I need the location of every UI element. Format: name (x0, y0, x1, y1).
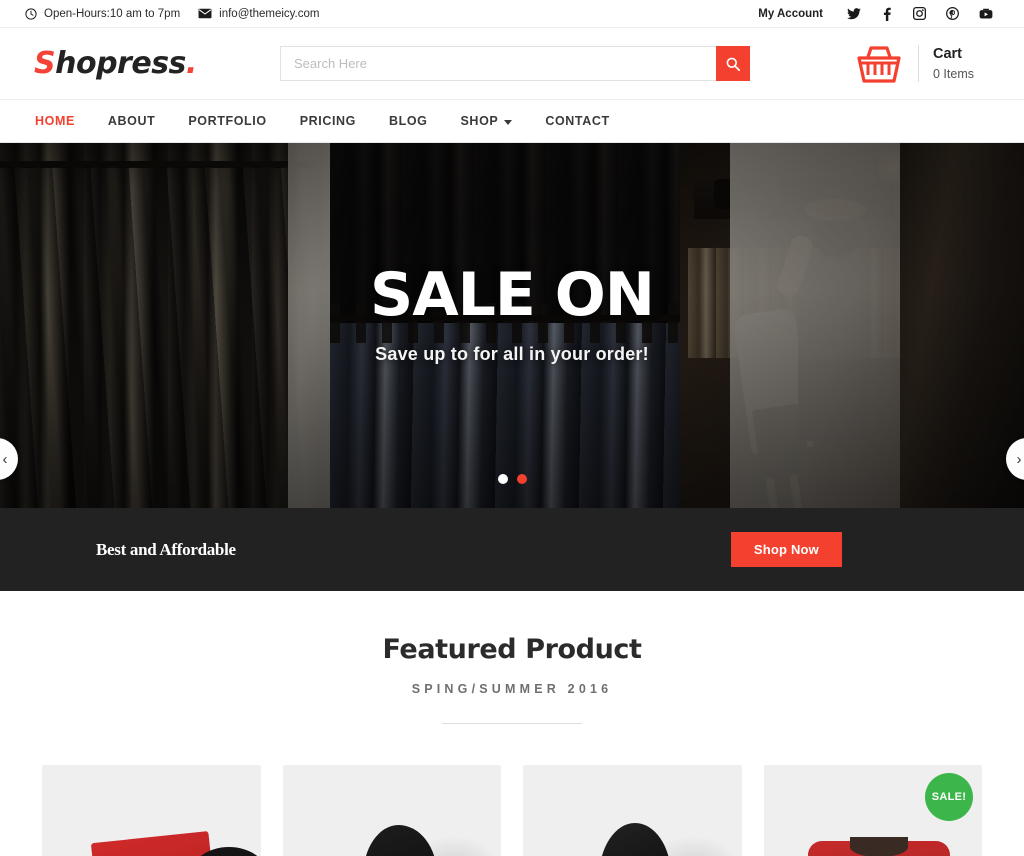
sale-badge: SALE! (925, 773, 973, 821)
nav-item-blog-label: BLOG (388, 114, 428, 128)
youtube-icon[interactable] (969, 0, 1002, 28)
product-card-3[interactable] (523, 765, 742, 856)
nav-item-home[interactable]: HOME (35, 114, 97, 128)
product-image-3 (523, 765, 742, 856)
carousel-dot-1[interactable] (497, 474, 508, 484)
hero-title: SALE ON (370, 259, 655, 330)
nav-item-portfolio[interactable]: PORTFOLIO (188, 114, 288, 128)
cart-block[interactable]: Cart 0 Items (852, 43, 1002, 85)
site-header: Shopress. Cart 0 Items (0, 28, 1024, 99)
product-card-2[interactable] (282, 765, 501, 856)
nav-item-shop-label: SHOP (460, 114, 499, 128)
top-bar-left: Open-Hours:10 am to 7pm info@themeicy.co… (22, 8, 319, 20)
chevron-left-icon: ‹ (2, 450, 8, 468)
product-card-1[interactable] (42, 765, 261, 856)
top-bar: Open-Hours:10 am to 7pm info@themeicy.co… (0, 0, 1024, 28)
contact-email-text: info@themeicy.com (219, 7, 320, 20)
site-logo[interactable]: Shopress. (22, 46, 280, 81)
product-grid: SALE! (0, 724, 1024, 856)
main-navigation: HOME ABOUT PORTFOLIO PRICING BLOG SHOP C… (0, 99, 1024, 143)
nav-item-pricing-label: PRICING (299, 114, 356, 128)
hero-slider: SALE ON Save up to for all in your order… (0, 143, 1024, 508)
nav-item-contact-label: CONTACT (545, 114, 610, 128)
cart-text: Cart 0 Items (933, 44, 974, 83)
product-image-1 (42, 765, 261, 856)
cart-divider (918, 45, 919, 82)
open-hours: Open-Hours:10 am to 7pm (25, 8, 180, 20)
featured-product-section: Featured Product SPING/SUMMER 2016 SALE! (0, 591, 1024, 856)
contact-email[interactable]: info@themeicy.com (198, 8, 319, 20)
clock-icon (25, 7, 37, 20)
instagram-icon[interactable] (903, 0, 936, 28)
nav-item-about-label: ABOUT (107, 114, 156, 128)
product-image-2 (283, 765, 501, 856)
cart-item-count: 0 Items (933, 66, 974, 81)
product-card-4[interactable]: SALE! (763, 765, 982, 856)
twitter-icon[interactable] (837, 0, 870, 28)
search-input[interactable] (280, 46, 716, 81)
envelope-icon (198, 8, 212, 19)
search-icon (726, 57, 740, 71)
featured-title: Featured Product (382, 634, 642, 665)
my-account-link[interactable]: My Account (758, 8, 823, 20)
nav-item-shop[interactable]: SHOP (461, 114, 535, 128)
open-hours-text: Open-Hours:10 am to 7pm (44, 7, 181, 20)
carousel-dot-2[interactable] (516, 474, 527, 484)
shop-now-button[interactable]: Shop Now (730, 532, 842, 567)
hero-content: SALE ON Save up to for all in your order… (0, 143, 1024, 508)
logo-dot: . (185, 46, 197, 81)
pinterest-icon[interactable] (936, 0, 969, 28)
top-bar-right: My Account (758, 0, 1002, 28)
promo-strip: Best and Affordable Shop Now (0, 508, 1024, 591)
featured-subtitle: SPING/SUMMER 2016 (411, 682, 613, 696)
nav-item-contact[interactable]: CONTACT (545, 114, 631, 128)
carousel-dots (0, 474, 1024, 484)
nav-item-home-label: HOME (35, 114, 75, 128)
search-bar (280, 46, 750, 81)
nav-item-pricing[interactable]: PRICING (300, 114, 378, 128)
nav-item-blog[interactable]: BLOG (389, 114, 450, 128)
nav-item-portfolio-label: PORTFOLIO (188, 114, 267, 128)
nav-items: HOME ABOUT PORTFOLIO PRICING BLOG SHOP C… (22, 114, 643, 128)
hero-subtitle: Save up to for all in your order! (375, 343, 649, 364)
nav-item-about[interactable]: ABOUT (108, 114, 177, 128)
chevron-down-icon (504, 119, 513, 125)
chevron-right-icon: › (1016, 450, 1022, 468)
search-button[interactable] (716, 46, 750, 81)
logo-rest: hopress (55, 46, 186, 81)
promo-headline: Best and Affordable (96, 539, 236, 559)
logo-first-letter: S (34, 46, 56, 81)
facebook-icon[interactable] (870, 0, 903, 28)
shopping-basket-icon (852, 43, 906, 85)
cart-title: Cart (933, 45, 963, 62)
